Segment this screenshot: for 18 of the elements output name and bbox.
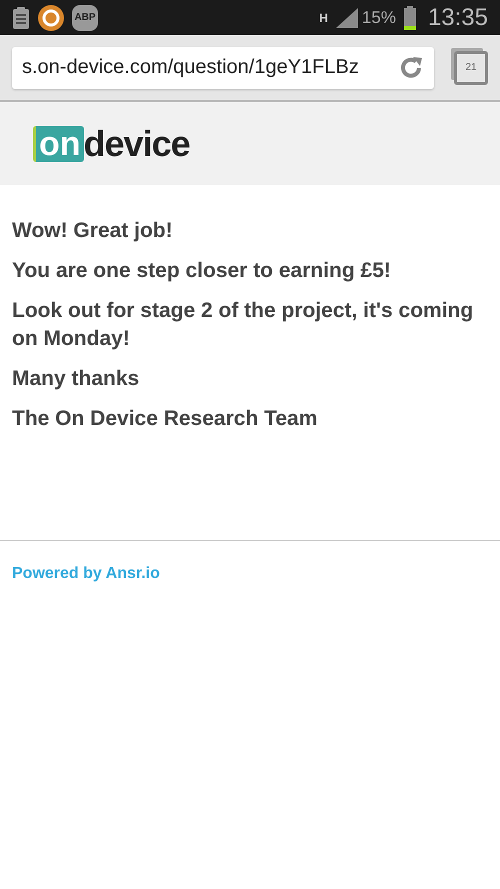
message-text: You are one step closer to earning £5!	[12, 258, 392, 284]
message-text: Look out for stage 2 of the project, it's coming on Monday!	[12, 298, 474, 352]
logo[interactable]: ondevice	[33, 122, 190, 164]
message-text: Many thanks	[12, 366, 140, 392]
tabs-button[interactable]: 21	[454, 50, 488, 84]
address-field[interactable]: s.on-device.com/question/1geY1FLBz	[12, 46, 434, 88]
reload-icon[interactable]	[398, 54, 424, 80]
url-text: s.on-device.com/question/1geY1FLBz	[22, 56, 360, 79]
battery-icon	[404, 6, 416, 30]
message-text: The On Device Research Team	[12, 406, 318, 432]
signal-icon	[336, 8, 358, 28]
network-type: H	[319, 10, 328, 24]
battery-percent: 15%	[362, 8, 396, 28]
message-text: Wow! Great job!	[12, 218, 174, 244]
clock: 13:35	[428, 4, 488, 32]
adblock-icon: ABP	[72, 4, 98, 30]
clipboard-icon	[12, 6, 30, 30]
app-icon	[38, 4, 64, 30]
